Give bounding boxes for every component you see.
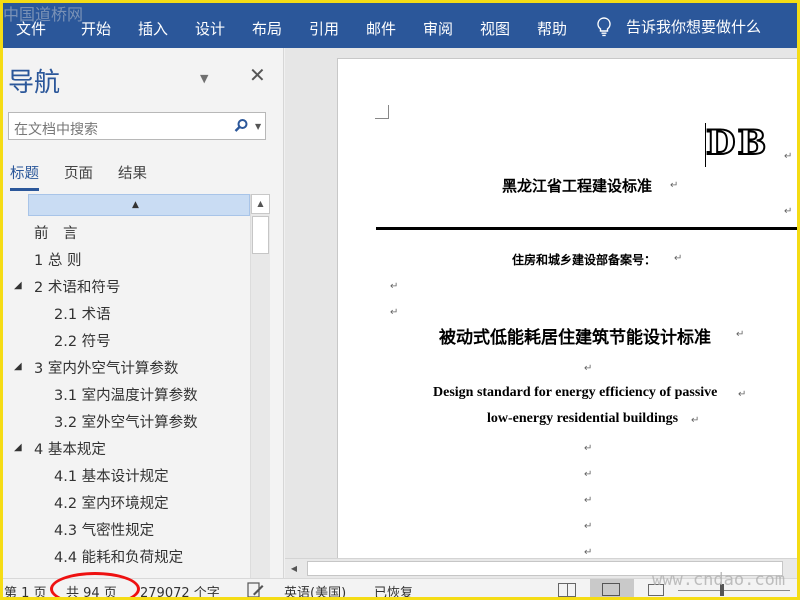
tab-results[interactable]: 结果 <box>118 162 147 191</box>
nav-pane-title: 导航 <box>8 68 61 98</box>
outline-heading-item[interactable]: 前 言 <box>34 222 78 243</box>
doc-main-title: 被动式低能耗居住建筑节能设计标准 <box>439 328 711 348</box>
tell-me-label: 告诉我你想要做什么 <box>626 18 762 36</box>
page-indicator[interactable]: 第 1 页 <box>4 582 47 600</box>
expand-toggle-icon[interactable]: ◢ <box>14 361 22 372</box>
tell-me-box[interactable]: 告诉我你想要做什么 <box>596 16 761 37</box>
document-area: DB ↵ 黑龙江省工程建设标准 ↵ ↵ 住房和城乡建设部备案号： ↵ ↵ ↵ 被… <box>285 48 800 558</box>
outline-heading-item[interactable]: 3 室内外空气计算参数 <box>34 357 178 378</box>
tab-view[interactable]: 视图 <box>480 18 510 39</box>
paragraph-mark: ↵ <box>670 180 679 191</box>
scroll-thumb[interactable] <box>252 216 269 254</box>
heading-outline: ▲ 前 言 1 总 则 ◢ 2 术语和符号 2.1 术语 2.2 符号 ◢ 3 室内外空气计算… <box>8 194 270 566</box>
search-options-icon[interactable]: ▼ <box>255 122 261 131</box>
paragraph-mark: ↵ <box>584 495 593 506</box>
paragraph-mark: ↵ <box>584 363 593 374</box>
highlight-circle <box>50 572 140 600</box>
expand-toggle-icon[interactable]: ◢ <box>14 280 22 291</box>
ribbon-tab-bar: 中国道桥网 文件 开始 插入 设计 布局 引用 邮件 审阅 视图 帮助 告诉我你… <box>0 0 800 48</box>
paragraph-mark: ↵ <box>390 307 399 318</box>
print-layout-icon <box>602 583 620 596</box>
tab-headings[interactable]: 标题 <box>10 162 39 191</box>
tab-mailings[interactable]: 邮件 <box>366 18 396 39</box>
print-layout-button[interactable] <box>590 579 634 600</box>
navigation-pane: 导航 ▼ ✕ 在文档中搜索 ▼ 标题 页面 结果 ▲ 前 言 1 总 则 ◢ 2 术语… <box>0 48 284 600</box>
paragraph-mark: ↵ <box>584 521 593 532</box>
nav-tabs: 标题 页面 结果 <box>10 162 172 191</box>
crop-mark <box>375 105 389 119</box>
outline-scrollbar[interactable]: ▲ ▼ <box>250 194 270 600</box>
doc-english-title-line1: Design standard for energy efficiency of… <box>433 385 718 400</box>
paragraph-mark: ↵ <box>736 329 745 340</box>
search-input[interactable]: 在文档中搜索 ▼ <box>8 112 266 140</box>
tab-help[interactable]: 帮助 <box>537 18 567 39</box>
word-count[interactable]: 279072 个字 <box>140 582 220 600</box>
tab-layout[interactable]: 布局 <box>252 18 282 39</box>
paragraph-mark: ↵ <box>584 469 593 480</box>
outline-heading-item[interactable]: 1 总 则 <box>34 249 81 270</box>
zoom-slider[interactable] <box>678 590 790 591</box>
collapse-up-icon: ▲ <box>132 200 139 210</box>
tab-pages[interactable]: 页面 <box>64 162 93 191</box>
outline-subheading-item[interactable]: 2.2 符号 <box>54 330 111 351</box>
tab-references[interactable]: 引用 <box>309 18 339 39</box>
paragraph-mark: ↵ <box>584 443 593 454</box>
site-watermark-url: www.cndao.com <box>652 570 786 590</box>
paragraph-mark: ↵ <box>674 253 683 264</box>
search-placeholder: 在文档中搜索 <box>14 122 98 138</box>
doc-filing-number: 住房和城乡建设部备案号： <box>512 253 657 267</box>
outline-subheading-item[interactable]: 4.4 能耗和负荷规定 <box>54 546 183 566</box>
tab-home[interactable]: 开始 <box>81 18 111 39</box>
outline-subheading-item[interactable]: 3.1 室内温度计算参数 <box>54 384 198 405</box>
paragraph-mark: ↵ <box>784 206 793 217</box>
close-icon[interactable]: ✕ <box>249 65 266 85</box>
outline-heading-item[interactable]: 2 术语和符号 <box>34 276 120 297</box>
scroll-up-icon[interactable]: ▲ <box>251 194 270 214</box>
tab-insert[interactable]: 插入 <box>138 18 168 39</box>
outline-subheading-item[interactable]: 4.2 室内环境规定 <box>54 492 169 513</box>
outline-heading-item[interactable]: 4 基本规定 <box>34 438 106 459</box>
recovered-status: 已恢复 <box>374 586 414 600</box>
outline-subheading-item[interactable]: 2.1 术语 <box>54 303 111 324</box>
read-mode-icon[interactable] <box>558 583 576 597</box>
lightbulb-icon <box>597 16 611 36</box>
proofing-icon[interactable] <box>247 582 265 598</box>
paragraph-mark: ↵ <box>784 151 793 162</box>
search-icon[interactable] <box>233 118 249 134</box>
language-indicator[interactable]: 英语(美国) <box>284 582 346 600</box>
outline-scroll-top[interactable]: ▲ <box>28 194 250 216</box>
paragraph-mark: ↵ <box>691 415 700 426</box>
horizontal-rule <box>376 227 800 230</box>
pane-options-icon[interactable]: ▼ <box>200 72 208 85</box>
expand-toggle-icon[interactable]: ◢ <box>14 442 22 453</box>
document-page[interactable]: DB ↵ 黑龙江省工程建设标准 ↵ ↵ 住房和城乡建设部备案号： ↵ ↵ ↵ 被… <box>337 58 800 558</box>
standard-logo: DB <box>705 122 769 164</box>
doc-title-province: 黑龙江省工程建设标准 <box>502 177 653 195</box>
paragraph-mark: ↵ <box>390 281 399 292</box>
tab-review[interactable]: 审阅 <box>423 18 453 39</box>
tab-design[interactable]: 设计 <box>195 18 225 39</box>
doc-english-title-line2: low-energy residential buildings <box>487 411 679 426</box>
scroll-left-icon[interactable]: ◀ <box>285 560 303 578</box>
paragraph-mark: ↵ <box>738 389 747 400</box>
paragraph-mark: ↵ <box>584 547 593 558</box>
tab-file[interactable]: 文件 <box>16 18 46 39</box>
outline-subheading-item[interactable]: 3.2 室外空气计算参数 <box>54 411 198 432</box>
outline-subheading-item[interactable]: 4.1 基本设计规定 <box>54 465 169 486</box>
outline-subheading-item[interactable]: 4.3 气密性规定 <box>54 519 154 540</box>
